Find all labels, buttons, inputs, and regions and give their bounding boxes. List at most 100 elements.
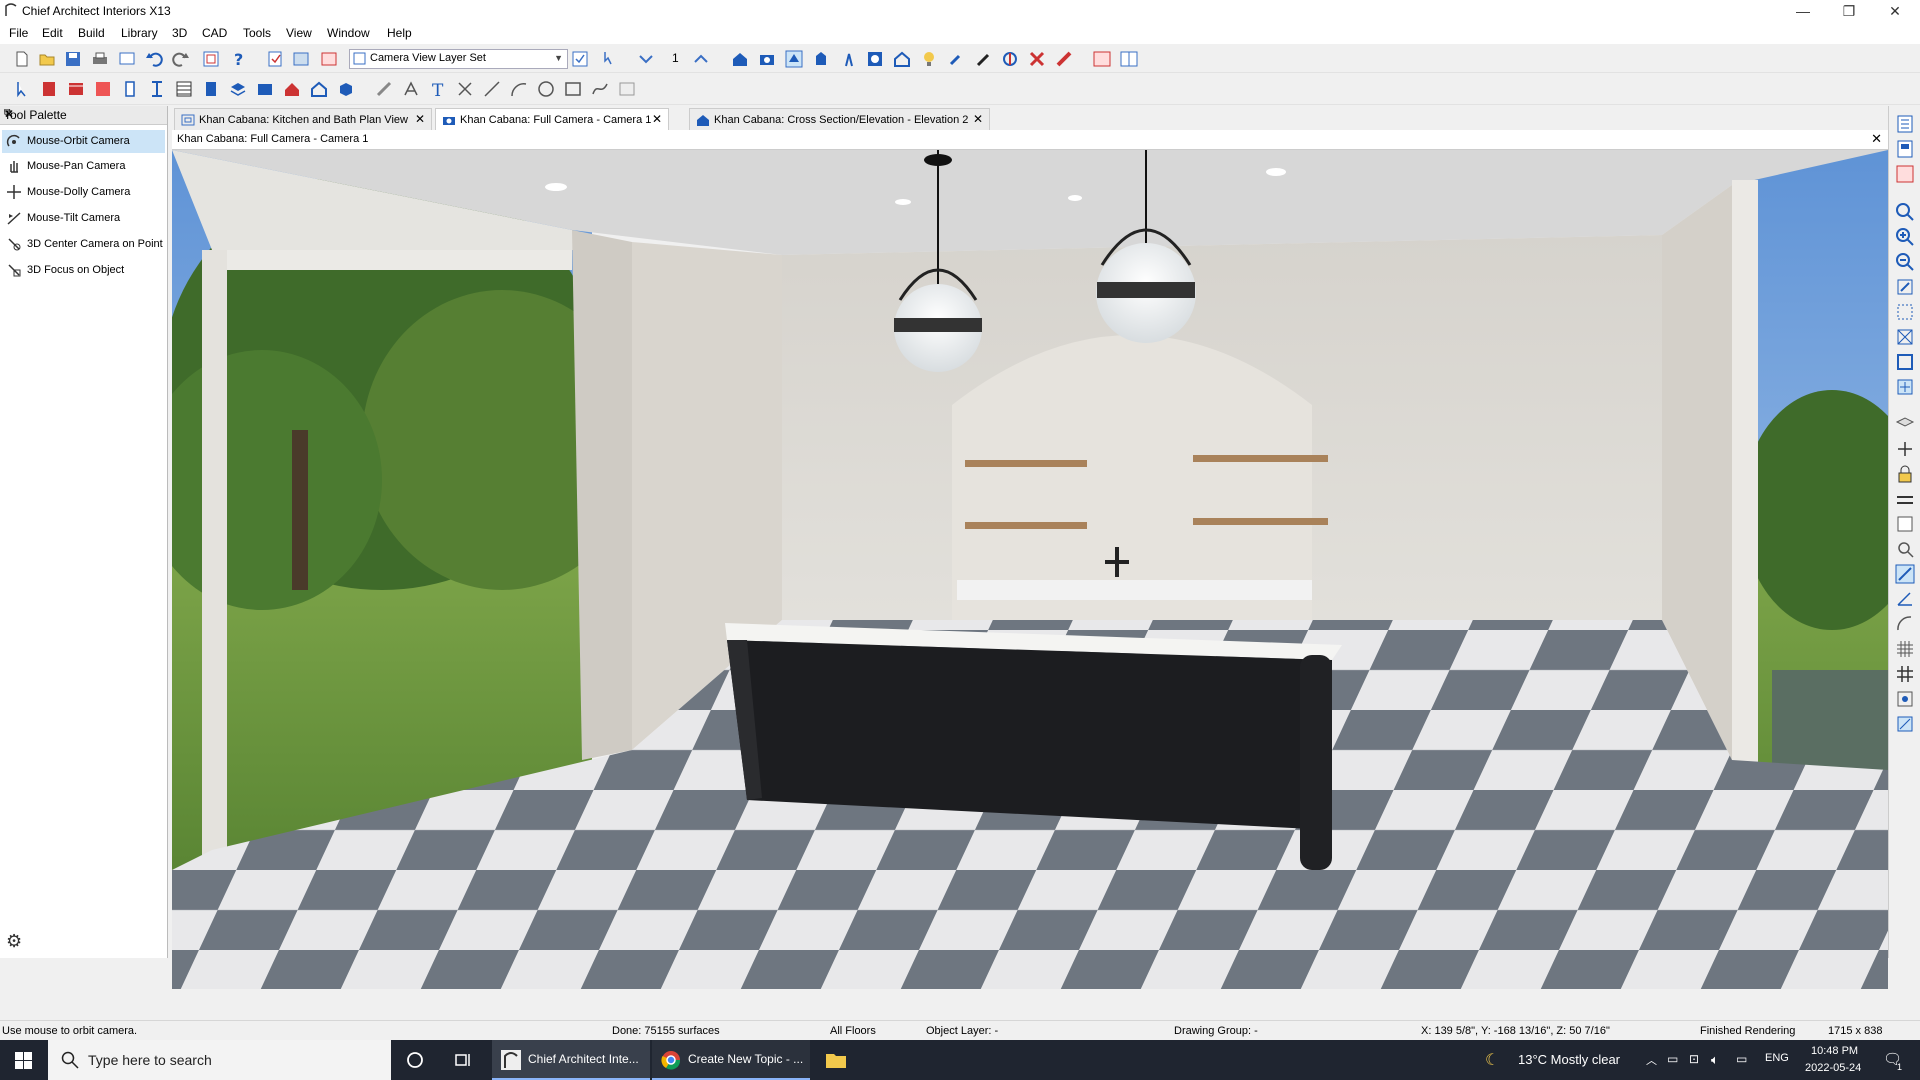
fixture-tool-icon[interactable] bbox=[202, 80, 220, 98]
menu-3d[interactable]: 3D bbox=[172, 26, 187, 40]
menu-view[interactable]: View bbox=[286, 26, 312, 40]
zoom-icon[interactable] bbox=[1895, 202, 1915, 222]
rendered-3d-scene[interactable] bbox=[172, 150, 1888, 989]
orbit-icon[interactable] bbox=[785, 50, 803, 68]
cad-point-icon[interactable] bbox=[402, 80, 420, 98]
search-icon[interactable] bbox=[1895, 539, 1915, 559]
task-view-icon[interactable] bbox=[440, 1040, 486, 1080]
tool-mouse-tilt-camera[interactable]: Mouse-Tilt Camera bbox=[2, 207, 165, 230]
pan-window-icon[interactable] bbox=[1895, 377, 1915, 397]
layer-settings-icon[interactable] bbox=[571, 50, 589, 68]
project-browser-icon[interactable] bbox=[1895, 139, 1915, 159]
grid-icon[interactable] bbox=[1895, 639, 1915, 659]
camera-icon[interactable] bbox=[758, 50, 776, 68]
line-tool-icon[interactable] bbox=[483, 80, 501, 98]
start-button[interactable] bbox=[0, 1040, 48, 1080]
layer-display-icon[interactable] bbox=[292, 50, 310, 68]
wall-tool-icon[interactable] bbox=[40, 80, 58, 98]
battery-icon[interactable]: ▭ bbox=[1736, 1052, 1747, 1066]
undo-zoom-icon[interactable] bbox=[1895, 277, 1915, 297]
close-view-icon[interactable]: ✕ bbox=[1871, 131, 1882, 147]
circle-tool-icon[interactable] bbox=[537, 80, 555, 98]
adjust-material-icon[interactable] bbox=[1001, 50, 1019, 68]
print-icon[interactable] bbox=[91, 50, 109, 68]
new-file-icon[interactable] bbox=[13, 50, 31, 68]
zoom-in-icon[interactable] bbox=[1895, 227, 1915, 247]
tab-full-camera[interactable]: Khan Cabana: Full Camera - Camera 1 ✕ bbox=[435, 108, 669, 131]
active-defaults-icon[interactable] bbox=[1895, 164, 1915, 184]
material-painter-icon[interactable] bbox=[975, 50, 993, 68]
tool-mouse-pan-camera[interactable]: Mouse-Pan Camera bbox=[2, 155, 165, 178]
material-eyedropper-icon[interactable] bbox=[947, 50, 965, 68]
menu-window[interactable]: Window bbox=[327, 26, 370, 40]
close-button[interactable]: ✕ bbox=[1872, 0, 1918, 22]
save-icon[interactable] bbox=[64, 50, 82, 68]
down-floor-icon[interactable] bbox=[637, 50, 655, 68]
open-folder-icon[interactable] bbox=[38, 50, 56, 68]
stairs-tool-icon[interactable] bbox=[175, 80, 193, 98]
snap-toggle-icon[interactable] bbox=[1895, 564, 1915, 584]
fit-view-icon[interactable] bbox=[1895, 352, 1915, 372]
window-frame-icon[interactable] bbox=[1895, 514, 1915, 534]
arc-snap-icon[interactable] bbox=[1895, 614, 1915, 634]
room-tool-icon[interactable] bbox=[94, 80, 112, 98]
camera-viewport[interactable] bbox=[172, 150, 1888, 989]
print-preview-icon[interactable] bbox=[118, 50, 136, 68]
roof-tool-icon[interactable] bbox=[283, 80, 301, 98]
gear-icon[interactable]: ⚙ bbox=[6, 931, 22, 952]
select-objects-icon[interactable] bbox=[600, 50, 618, 68]
spline-tool-icon[interactable] bbox=[591, 80, 609, 98]
clock-date[interactable]: 2022-05-24 bbox=[1805, 1062, 1861, 1074]
fill-window-icon[interactable] bbox=[1895, 302, 1915, 322]
fill-window-building-icon[interactable] bbox=[1895, 327, 1915, 347]
elevation-icon[interactable] bbox=[812, 50, 830, 68]
volume-icon[interactable]: 🔈︎ bbox=[1711, 1052, 1719, 1068]
close-icon[interactable]: ✕ bbox=[973, 112, 983, 126]
cross-section-icon[interactable] bbox=[1093, 50, 1111, 68]
tool-mouse-orbit-camera[interactable]: Mouse-Orbit Camera bbox=[2, 130, 165, 153]
menu-build[interactable]: Build bbox=[78, 26, 105, 40]
taskbar-app-chrome[interactable]: Create New Topic - ... bbox=[652, 1040, 810, 1080]
dimension-tool-icon[interactable] bbox=[375, 80, 393, 98]
zoom-out-icon[interactable] bbox=[1895, 252, 1915, 272]
menu-help[interactable]: Help bbox=[387, 26, 412, 40]
close-icon[interactable]: ✕ bbox=[415, 112, 425, 126]
build-house-icon[interactable] bbox=[310, 80, 328, 98]
help-icon[interactable]: ? bbox=[230, 50, 248, 68]
open-object-icon[interactable] bbox=[266, 50, 284, 68]
object-snap-icon[interactable] bbox=[1895, 689, 1915, 709]
delete-surface-icon[interactable] bbox=[1028, 50, 1046, 68]
meet-now-icon[interactable]: ▭ bbox=[1667, 1052, 1678, 1066]
layer-set-icon[interactable] bbox=[320, 50, 338, 68]
light-bulb-icon[interactable] bbox=[920, 50, 938, 68]
library-object-icon[interactable] bbox=[256, 80, 274, 98]
select-arrow-icon[interactable] bbox=[13, 80, 31, 98]
cad-block-icon[interactable] bbox=[618, 80, 636, 98]
full-overview-icon[interactable] bbox=[731, 50, 749, 68]
minimize-button[interactable]: — bbox=[1780, 0, 1826, 22]
library-browser-icon[interactable] bbox=[1895, 114, 1915, 134]
reference-grid-icon[interactable] bbox=[1895, 664, 1915, 684]
menu-cad[interactable]: CAD bbox=[202, 26, 227, 40]
menu-edit[interactable]: Edit bbox=[42, 26, 63, 40]
taskbar-search[interactable]: Type here to search bbox=[48, 1040, 391, 1080]
rectangle-tool-icon[interactable] bbox=[564, 80, 582, 98]
clock-time[interactable]: 10:48 PM bbox=[1811, 1045, 1858, 1057]
cabinet-tool-icon[interactable] bbox=[67, 80, 85, 98]
weather-text[interactable]: 13°C Mostly clear bbox=[1518, 1052, 1620, 1067]
file-explorer-icon[interactable] bbox=[813, 1040, 859, 1080]
close-palette-icon[interactable]: ✕ bbox=[4, 107, 163, 121]
menu-library[interactable]: Library bbox=[121, 26, 158, 40]
elevation-marker-icon[interactable] bbox=[1895, 489, 1915, 509]
layer-stack-icon[interactable] bbox=[1895, 414, 1915, 434]
tool-focus-on-object[interactable]: 3D Focus on Object bbox=[2, 259, 165, 282]
menu-file[interactable]: File bbox=[9, 26, 28, 40]
close-icon[interactable]: ✕ bbox=[652, 112, 662, 126]
eraser-icon[interactable] bbox=[1055, 50, 1073, 68]
menu-tools[interactable]: Tools bbox=[243, 26, 271, 40]
cube-tool-icon[interactable] bbox=[337, 80, 355, 98]
undo-icon[interactable] bbox=[145, 50, 163, 68]
window-tool-icon[interactable] bbox=[148, 80, 166, 98]
angle-snap-icon[interactable] bbox=[1895, 589, 1915, 609]
tab-elevation[interactable]: Khan Cabana: Cross Section/Elevation - E… bbox=[689, 108, 990, 131]
